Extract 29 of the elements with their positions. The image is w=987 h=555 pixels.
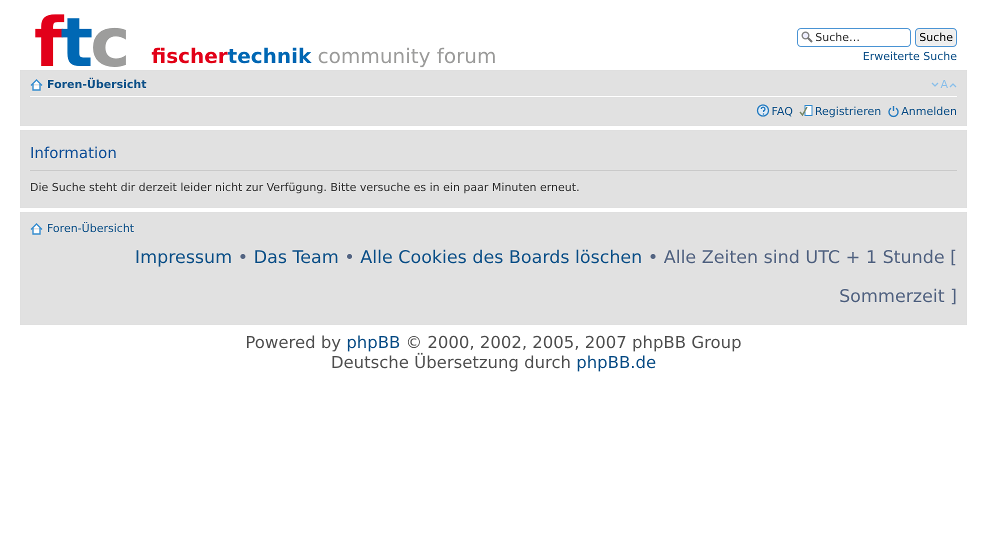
faq-link[interactable]: FAQ [756, 104, 793, 118]
home-icon [30, 222, 43, 234]
link[interactable]: Impressum [134, 248, 232, 268]
link[interactable]: Alle Cookies des Boards löschen [360, 248, 642, 268]
copyright-line: Powered by phpBB © 2000, 2002, 2005, 2007 phpBB Group [244, 333, 743, 352]
footer-links: Impressum • Das Team • Alle Cookies des Boards löschen • Alle Zeiten sind UTC + 1 Stunde [ Sommerzeit ] [134, 247, 957, 309]
search-field[interactable]: Suche… [797, 28, 912, 47]
link-label: Foren-Übersicht [47, 222, 134, 235]
site-title: fischertechnik community forum [151, 44, 496, 68]
login-link[interactable]: Anmelden [887, 104, 957, 118]
question-bubble-icon [756, 104, 771, 118]
advanced-search-link[interactable]: Erweiterte Suche [862, 50, 957, 63]
link[interactable]: Das Team [254, 248, 339, 268]
home-icon [30, 78, 43, 90]
chevron-down-icon [931, 82, 940, 88]
panel-title: Information [30, 144, 957, 171]
link-label: Anmelden [901, 104, 957, 118]
link-label: Registrieren [814, 104, 882, 118]
info-message: Die Suche steht dir derzeit leider nicht zur Verfügung. Bitte versuche es in ein paar Minuten erneut. [30, 181, 581, 194]
search-button[interactable]: Suche [915, 28, 957, 47]
breadcrumb-link[interactable]: Foren-Übersicht [30, 218, 957, 239]
clipboard-check-icon [798, 104, 814, 118]
chevron-up-icon [949, 82, 957, 88]
register-link[interactable]: Registrieren [798, 104, 882, 118]
link[interactable]: phpBB [346, 333, 400, 352]
link[interactable]: phpBB.de [576, 353, 656, 372]
link-label: FAQ [772, 104, 793, 118]
power-icon [887, 104, 900, 118]
copyright-line: Deutsche Übersetzung durch phpBB.de [330, 353, 658, 373]
